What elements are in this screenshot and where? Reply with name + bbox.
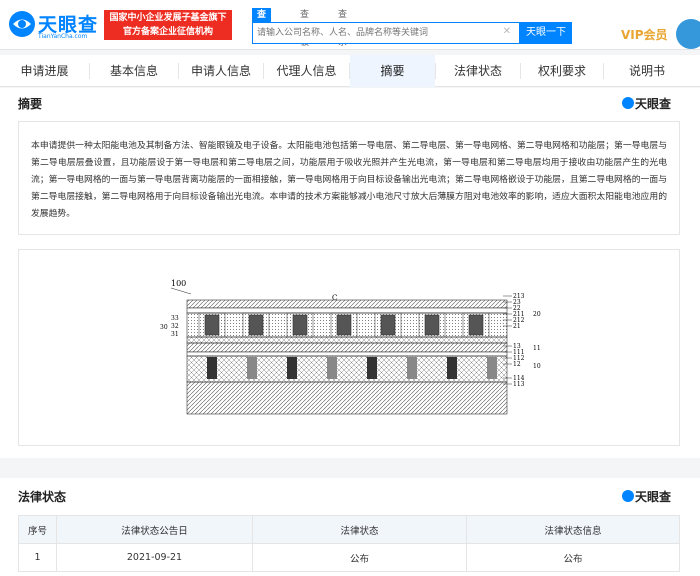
- grid-electrode: [292, 314, 308, 336]
- right-group-label: 10: [533, 363, 541, 370]
- grid-electrode: [204, 314, 220, 336]
- legal-status-title: 法律状态: [18, 490, 67, 504]
- grid-electrode: [248, 314, 264, 336]
- cell-status: 公布: [252, 543, 467, 572]
- left-group-label: 30: [160, 324, 168, 331]
- figure-label-main: 100: [171, 279, 186, 288]
- search-input[interactable]: [257, 25, 497, 41]
- banner-line-1: 国家中小企业发展子基金旗下: [109, 13, 227, 23]
- tab-relation[interactable]: 查关系: [338, 8, 347, 48]
- search-box: ✕: [252, 22, 520, 44]
- bottom-grid-electrode: [247, 357, 257, 379]
- brand-text: 天眼查: [635, 97, 672, 111]
- abstract-text: 本申请提供一种太阳能电池及其制备方法、智能眼镜及电子设备。太阳能电池包括第一导电…: [18, 121, 680, 235]
- solar-cell-diagram: 100 C 33 32 31 30 2132322211212211311111…: [160, 279, 541, 415]
- column-header-status-info: 法律状态信息: [466, 515, 680, 544]
- right-label: 113: [513, 381, 525, 388]
- detail-nav: 申请进展 基本信息 申请人信息 代理人信息 摘要 法律状态 权利要求 说明书: [0, 55, 700, 87]
- nav-description[interactable]: 说明书: [604, 55, 690, 87]
- clear-icon[interactable]: ✕: [503, 26, 511, 37]
- bottom-grid-electrode: [487, 357, 497, 379]
- left-label: 31: [171, 331, 179, 338]
- grid-electrode: [336, 314, 352, 336]
- grid-electrode: [380, 314, 396, 336]
- legal-status-table: 序号 法律状态公告日 法律状态 法律状态信息 1 2021-09-21 公布 公…: [18, 515, 680, 572]
- abstract-title: 摘要: [18, 97, 43, 111]
- bottom-grid-electrode: [287, 357, 297, 379]
- avatar[interactable]: [676, 19, 700, 49]
- left-label: 32: [171, 323, 179, 330]
- brand-eye-icon: [622, 490, 634, 502]
- official-banner: 国家中小企业发展子基金旗下 官方备案企业征信机构: [104, 10, 232, 40]
- table-header-row: 序号 法律状态公告日 法律状态 法律状态信息: [18, 515, 680, 544]
- nav-basic-info[interactable]: 基本信息: [90, 55, 178, 87]
- left-label: 33: [171, 315, 179, 322]
- column-header-date: 法律状态公告日: [56, 515, 253, 544]
- tab-company[interactable]: 查公司: [252, 8, 272, 48]
- right-label: 12: [513, 361, 521, 368]
- logo-subtext: TianYanCha.com: [38, 33, 88, 40]
- brand-eye-icon: [622, 97, 634, 109]
- nav-applicant-info[interactable]: 申请人信息: [179, 55, 263, 87]
- abstract-brand: 天眼查: [622, 95, 671, 112]
- bottom-grid-electrode: [207, 357, 217, 379]
- top-header: 天眼查 TianYanCha.com 国家中小企业发展子基金旗下 官方备案企业征…: [0, 0, 700, 50]
- nav-claims[interactable]: 权利要求: [521, 55, 603, 87]
- abstract-figure: 100 C 33 32 31 30 213 23 22 211 212 21 13 111 11…: [18, 249, 680, 446]
- right-group-label: 20: [533, 311, 541, 318]
- banner-line-2: 官方备案企业征信机构: [122, 27, 213, 37]
- column-header-status: 法律状态: [252, 515, 467, 544]
- vip-member-link[interactable]: VIP会员: [621, 26, 668, 43]
- bottom-grid-electrode: [447, 357, 457, 379]
- tab-boss[interactable]: 查老板: [300, 8, 309, 48]
- right-label: 21: [513, 323, 521, 330]
- nav-legal-status[interactable]: 法律状态: [436, 55, 520, 87]
- column-header-index: 序号: [18, 515, 57, 544]
- logo-eye-icon: [9, 11, 35, 37]
- nav-application-progress[interactable]: 申请进展: [0, 55, 89, 87]
- grid-electrode: [468, 314, 484, 336]
- bottom-grid-electrode: [367, 357, 377, 379]
- search-button[interactable]: 天眼一下: [520, 22, 572, 44]
- cell-index: 1: [18, 543, 57, 572]
- page: 天眼查 TianYanCha.com 国家中小企业发展子基金旗下 官方备案企业征…: [0, 0, 700, 576]
- cell-status-info: 公布: [466, 543, 680, 572]
- cell-date: 2021-09-21: [56, 543, 253, 572]
- nav-agent-info[interactable]: 代理人信息: [264, 55, 349, 87]
- nav-abstract[interactable]: 摘要: [350, 55, 435, 87]
- grid-electrode: [424, 314, 440, 336]
- table-row: 1 2021-09-21 公布 公布: [18, 543, 680, 572]
- tianyancha-logo[interactable]: 天眼查 TianYanCha.com: [8, 10, 100, 42]
- brand-text: 天眼查: [635, 490, 672, 504]
- legal-brand: 天眼查: [622, 488, 671, 505]
- right-group-label: 11: [533, 345, 541, 352]
- bottom-grid-electrode: [327, 357, 337, 379]
- bottom-grid-electrode: [407, 357, 417, 379]
